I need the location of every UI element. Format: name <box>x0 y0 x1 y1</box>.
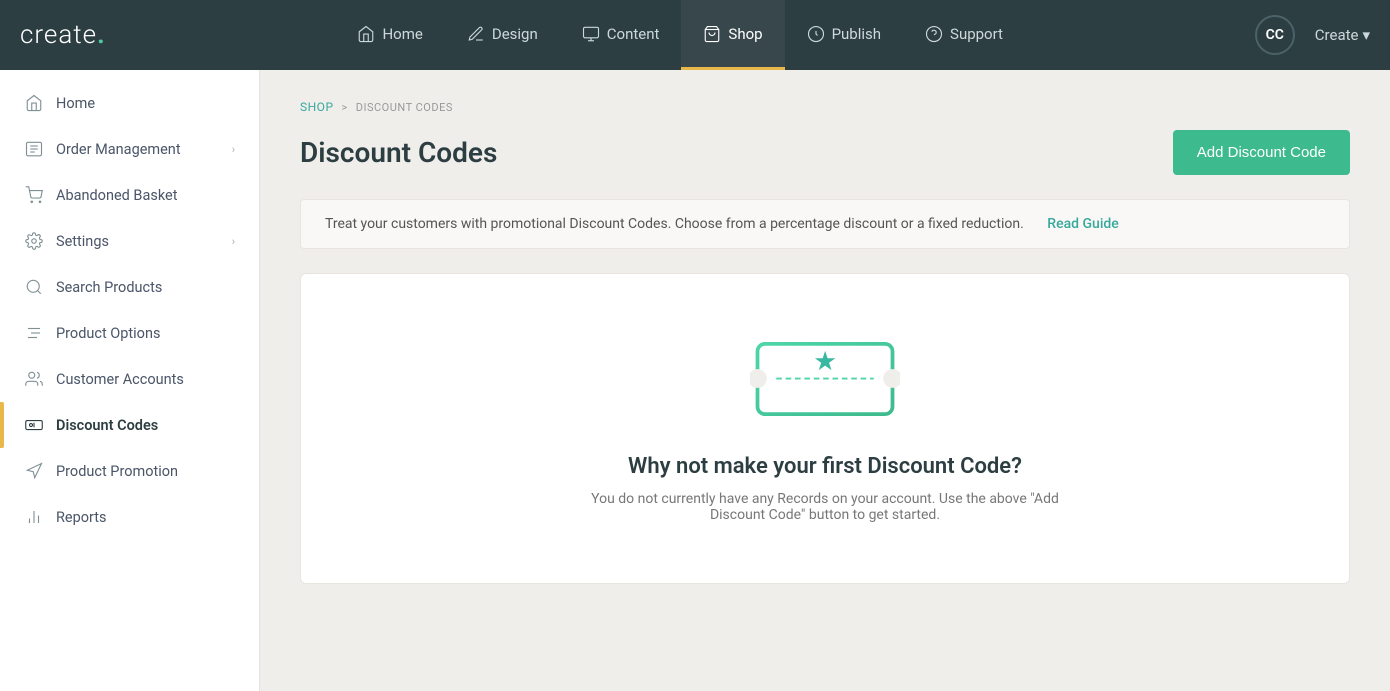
home-sidebar-icon <box>24 93 44 113</box>
ticket-icon: ★ <box>750 334 900 424</box>
settings-icon <box>24 231 44 251</box>
sidebar-item-abandoned-basket[interactable]: Abandoned Basket <box>0 172 259 218</box>
basket-icon <box>24 185 44 205</box>
nav-item-support[interactable]: Support <box>903 0 1025 70</box>
sidebar: Home Order Management › Abandoned Basket… <box>0 70 260 691</box>
nav-item-content[interactable]: Content <box>560 0 682 70</box>
avatar: CC <box>1255 15 1295 55</box>
nav-item-home[interactable]: Home <box>335 0 444 70</box>
sidebar-item-search-products[interactable]: Search Products <box>0 264 259 310</box>
add-discount-code-button[interactable]: Add Discount Code <box>1173 130 1350 175</box>
sidebar-item-reports[interactable]: Reports <box>0 494 259 540</box>
order-icon <box>24 139 44 159</box>
nav-item-publish[interactable]: Publish <box>785 0 903 70</box>
design-icon <box>467 25 485 43</box>
chevron-right-icon-2: › <box>232 235 235 248</box>
accounts-icon <box>24 369 44 389</box>
sidebar-item-order-management[interactable]: Order Management › <box>0 126 259 172</box>
search-icon <box>24 277 44 297</box>
main-content: SHOP > DISCOUNT CODES Discount Codes Add… <box>260 70 1390 691</box>
reports-icon <box>24 507 44 527</box>
sidebar-item-product-options[interactable]: Product Options <box>0 310 259 356</box>
chevron-right-icon: › <box>232 143 235 156</box>
info-bar: Treat your customers with promotional Di… <box>300 199 1350 249</box>
discount-icon <box>24 415 44 435</box>
content-icon <box>582 25 600 43</box>
empty-state-description: You do not currently have any Records on… <box>575 491 1075 523</box>
read-guide-link[interactable]: Read Guide <box>1047 216 1119 232</box>
sidebar-item-customer-accounts[interactable]: Customer Accounts <box>0 356 259 402</box>
support-icon <box>925 25 943 43</box>
sidebar-item-product-promotion[interactable]: Product Promotion <box>0 448 259 494</box>
options-icon <box>24 323 44 343</box>
home-icon <box>357 25 375 43</box>
promotion-icon <box>24 461 44 481</box>
sidebar-item-settings[interactable]: Settings › <box>0 218 259 264</box>
shop-icon <box>703 25 721 43</box>
nav-links: Home Design Content <box>335 0 1024 70</box>
empty-state-heading: Why not make your first Discount Code? <box>628 454 1022 479</box>
empty-state-card: ★ Why not make your first Discount Code?… <box>300 273 1350 584</box>
breadcrumb: SHOP > DISCOUNT CODES <box>300 100 1350 114</box>
svg-text:★: ★ <box>813 347 837 377</box>
topnav-right: CC Create ▾ <box>1255 15 1370 55</box>
sidebar-item-discount-codes[interactable]: Discount Codes <box>0 402 259 448</box>
nav-item-shop[interactable]: Shop <box>681 0 784 70</box>
breadcrumb-shop[interactable]: SHOP <box>300 100 334 114</box>
sidebar-item-home[interactable]: Home <box>0 80 259 126</box>
page-title: Discount Codes <box>300 136 497 169</box>
nav-item-design[interactable]: Design <box>445 0 560 70</box>
page-header: Discount Codes Add Discount Code <box>300 130 1350 175</box>
layout: Home Order Management › Abandoned Basket… <box>0 70 1390 691</box>
logo: create. <box>20 20 106 50</box>
create-menu[interactable]: Create ▾ <box>1315 26 1370 44</box>
topnav: create. Home Design Co <box>0 0 1390 70</box>
publish-icon <box>807 25 825 43</box>
